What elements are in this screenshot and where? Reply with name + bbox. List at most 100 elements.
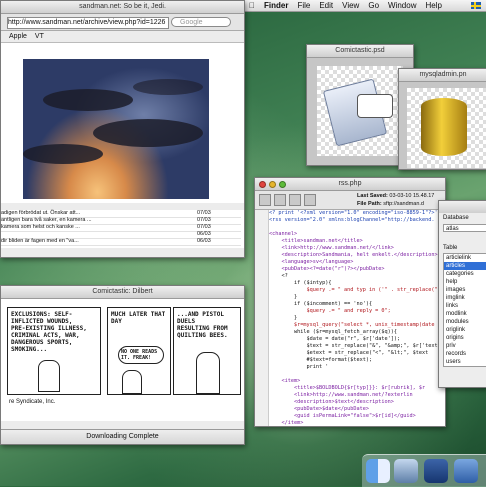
database-panel-body: Database atlas Table articlelink articles… — [439, 213, 486, 387]
menu-edit[interactable]: Edit — [319, 1, 333, 10]
mysqladmin-title: mysqladmin.pn — [419, 71, 467, 78]
toolbar-button[interactable] — [304, 194, 316, 206]
menu-file[interactable]: File — [297, 1, 310, 10]
editor-titlebar[interactable]: rss.php — [255, 178, 445, 191]
mysqladmin-canvas — [407, 88, 486, 168]
code-line: $query .= " and typ in ('" . str_replace… — [269, 287, 441, 293]
search-field[interactable]: Google — [171, 17, 231, 27]
zoom-icon[interactable] — [279, 180, 286, 188]
comic-titlebar[interactable]: Comictastic: Dilbert — [1, 286, 244, 299]
code-line: } — [269, 294, 298, 300]
table-item-priv[interactable]: priv — [444, 342, 486, 350]
code-line: <pubDate>$date</pubDate> — [269, 406, 369, 412]
code-line: $text = str_replace("&", "&amp;", $r['te… — [269, 343, 441, 349]
code-line: } — [269, 315, 298, 321]
code-line: </item> — [269, 420, 304, 426]
table-item-records[interactable]: records — [444, 350, 486, 358]
minimize-icon[interactable] — [269, 180, 276, 188]
table-label: Table — [443, 245, 458, 251]
table-item-origins[interactable]: origins — [444, 334, 486, 342]
close-icon[interactable] — [259, 180, 266, 188]
table-item-links[interactable]: links — [444, 302, 486, 310]
code-line: $date = date("r", $r['date']); — [269, 336, 401, 342]
code-line: while ($r=mysql_fetch_array($q)){ — [269, 329, 398, 335]
code-line: #$text=format($text); — [269, 357, 373, 363]
bookmark-vt[interactable]: VT — [35, 31, 44, 42]
editor-window: rss.php Last Saved: 03-03-10 15.48.17 Fi… — [254, 177, 446, 427]
mysqladmin-window: mysqladmin.pn — [398, 68, 486, 170]
code-line: print ' — [269, 364, 329, 370]
comic-window: Comictastic: Dilbert EXCLUSIONS: SELF- IN… — [0, 285, 245, 445]
bookmarks-bar: Apple VT — [1, 31, 244, 43]
database-label: Database — [443, 215, 469, 221]
psd-titlebar[interactable]: Comictastic.psd — [307, 45, 413, 58]
menu-help[interactable]: Help — [425, 1, 441, 10]
code-line: <item> — [269, 378, 301, 384]
code-line: <description>$text</description> — [269, 399, 394, 405]
toolbar-button[interactable] — [274, 194, 286, 206]
character-figure — [38, 360, 60, 392]
table-item-modlink[interactable]: modlink — [444, 310, 486, 318]
table-item-origlink[interactable]: origlink — [444, 326, 486, 334]
dock-app-icon[interactable] — [424, 459, 448, 483]
menu-finder[interactable]: Finder — [264, 1, 288, 10]
window-controls — [259, 180, 286, 188]
browser-titlebar[interactable]: sandman.net: So be it, Jedi. — [1, 1, 244, 14]
code-line: <rss version="2.0" xmlns:blogChannel="ht… — [269, 217, 435, 223]
list-item[interactable]: dir bliden är fagen med en "va... 06/03 — [1, 238, 241, 246]
code-editor[interactable]: <? print '<?xml version="1.0" encoding="… — [269, 210, 445, 426]
table-item-help[interactable]: help — [444, 278, 486, 286]
menu-view[interactable]: View — [342, 1, 359, 10]
table-list: articlelink articles categories help images i… — [443, 253, 486, 367]
last-saved-value: 03-03-10 15.48.17 — [389, 193, 435, 199]
address-bar: http://www.sandman.net/archive/view.php?… — [1, 14, 244, 31]
table-item-categories[interactable]: categories — [444, 270, 486, 278]
code-line: <description>Sandmania, helt enkelt.</de… — [269, 252, 438, 258]
comic-panel-1: EXCLUSIONS: SELF- INFLICTED WOUNDS, PRE-EX… — [7, 307, 101, 395]
code-line: $query .= " and reply = 0"; — [269, 308, 391, 314]
finder-icon[interactable] — [366, 459, 390, 483]
table-item-articlelink[interactable]: articlelink — [444, 254, 486, 262]
status-bar: Downloading Complete — [1, 429, 244, 444]
code-line: $etext = str_replace("<", "&lt;", $text — [269, 350, 429, 356]
code-line: <link>http://www.sandman.net/?exterlin — [269, 392, 413, 398]
comic-panel-2: MUCH LATER THAT DAY NO ONE READS IT. FRE… — [107, 307, 171, 395]
menu-go[interactable]: Go — [368, 1, 379, 10]
table-item-users[interactable]: users — [444, 358, 486, 366]
table-item-articles[interactable]: articles — [444, 262, 486, 270]
table-item-modules[interactable]: modules — [444, 318, 486, 326]
bookmark-apple[interactable]: Apple — [9, 31, 27, 42]
browser-window: sandman.net: So be it, Jedi. http://www.… — [0, 0, 245, 258]
editor-title: rss.php — [338, 180, 362, 187]
browser-title: sandman.net: So be it, Jedi. — [79, 3, 166, 10]
code-line: if ($intyp){ — [269, 280, 332, 286]
sunset-photo — [23, 59, 209, 199]
table-item-imglink[interactable]: imglink — [444, 294, 486, 302]
character-figure — [196, 352, 220, 394]
mysqladmin-titlebar[interactable]: mysqladmin.pn — [399, 69, 486, 82]
mysqladmin-canvas-area — [399, 82, 486, 169]
comic-strip: EXCLUSIONS: SELF- INFLICTED WOUNDS, PRE-EX… — [1, 299, 244, 421]
database-panel: Database atlas Table articlelink articles… — [438, 200, 486, 388]
code-line: <? print '<?xml version="1.0" encoding="… — [269, 210, 445, 216]
dock-app-icon[interactable] — [394, 459, 418, 483]
menu-bar:  Finder File Edit View Go Window Help — [243, 0, 486, 12]
code-line: <title>sandman.net</title> — [269, 238, 363, 244]
mail-icon[interactable] — [454, 459, 478, 483]
menu-window[interactable]: Window — [388, 1, 416, 10]
psd-title: Comictastic.psd — [335, 47, 385, 54]
toolbar-button[interactable] — [259, 194, 271, 206]
character-figure — [122, 370, 142, 394]
apple-menu-icon[interactable]:  — [249, 1, 255, 10]
code-line: <link>http://www.sandman.net/</link> — [269, 245, 394, 251]
table-item-images[interactable]: images — [444, 286, 486, 294]
speech-bubble-icon — [357, 94, 393, 118]
code-line: <title>$BOLDBOLD{$r[typ]}}: $r[rubrik], … — [269, 385, 426, 391]
toolbar-button[interactable] — [289, 194, 301, 206]
input-menu-flag-icon[interactable] — [471, 2, 481, 9]
url-field[interactable]: http://www.sandman.net/archive/view.php?… — [7, 17, 169, 29]
database-select[interactable]: atlas — [443, 224, 486, 232]
code-line: <language>sv</language> — [269, 259, 354, 265]
